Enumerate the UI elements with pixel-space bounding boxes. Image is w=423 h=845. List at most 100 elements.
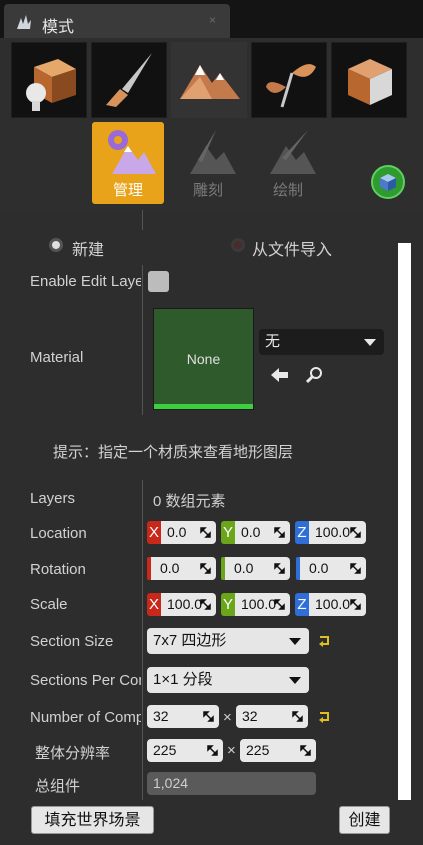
rotation-z-value: 0.0 <box>309 560 329 576</box>
mode-foliage-button[interactable] <box>251 42 327 118</box>
rotation-x-input[interactable]: 0.0 <box>151 557 216 580</box>
material-thumbnail[interactable]: None <box>153 308 254 410</box>
cube-icon <box>380 174 396 191</box>
scale-z-input[interactable]: 100.0 <box>309 593 366 616</box>
expand-arrow-icon <box>203 711 214 722</box>
sections-per-component-label: Sections Per Component <box>30 672 141 689</box>
components-separator: × <box>223 709 232 726</box>
total-components-value: 1,024 <box>153 775 189 791</box>
expand-arrow-icon <box>274 527 285 538</box>
foliage-mode-icon <box>266 64 316 108</box>
location-y-axis: Y <box>221 521 235 544</box>
total-components-field: 1,024 <box>147 772 316 795</box>
location-label: Location <box>30 525 87 542</box>
material-thumbnail-bar <box>154 404 253 409</box>
reset-to-default-icon[interactable] <box>317 634 331 648</box>
expand-arrow-icon <box>350 563 361 574</box>
enable-edit-layers-label: Enable Edit Layers <box>30 273 141 290</box>
create-new-radio[interactable] <box>49 238 63 252</box>
create-button[interactable]: 创建 <box>339 806 390 834</box>
material-dropdown[interactable]: 无 <box>259 329 384 355</box>
layers-label: Layers <box>30 490 76 507</box>
scale-x-input[interactable]: 100.0 <box>161 593 216 616</box>
import-file-radio[interactable] <box>231 238 245 252</box>
scale-y-axis: Y <box>221 593 235 616</box>
location-y-input[interactable]: 0.0 <box>235 521 290 544</box>
hint-text: 提示：指定一个材质来查看地形图层 <box>53 444 294 461</box>
components-y-input[interactable]: 32 <box>236 705 308 728</box>
resolution-x-value: 225 <box>153 742 177 758</box>
location-z-input[interactable]: 100.0 <box>309 521 366 544</box>
landscape-actor-button[interactable] <box>371 165 405 199</box>
window-title: 模式 <box>42 19 75 36</box>
divider-properties <box>142 480 143 800</box>
subtool-manage-button[interactable]: 管理 <box>92 122 164 204</box>
subtool-manage-label: 管理 <box>112 182 143 199</box>
subtool-sculpt-label: 雕刻 <box>192 182 223 199</box>
expand-arrow-icon <box>350 527 361 538</box>
rotation-y-input[interactable]: 0.0 <box>225 557 290 580</box>
expand-arrow-icon <box>200 563 211 574</box>
landscape-mode-icon <box>180 65 240 99</box>
tab-close-button[interactable]: × <box>209 13 216 27</box>
rotation-label: Rotation <box>30 561 86 578</box>
scale-x-axis: X <box>147 593 161 616</box>
expand-arrow-icon <box>350 599 361 610</box>
mode-landscape-button[interactable] <box>171 42 247 118</box>
rotation-x-value: 0.0 <box>160 560 180 576</box>
use-selected-arrow-icon[interactable] <box>270 366 290 384</box>
overall-resolution-label: 整体分辨率 <box>35 745 111 762</box>
mode-geometry-button[interactable] <box>331 42 407 118</box>
expand-arrow-icon <box>274 563 285 574</box>
layers-value: 0 数组元素 <box>153 493 226 510</box>
divider-top <box>142 210 143 230</box>
subtool-paint-label: 绘制 <box>272 182 303 199</box>
material-dropdown-value: 无 <box>265 333 281 350</box>
scale-x-value: 100.0 <box>167 596 203 612</box>
scrollbar[interactable] <box>398 243 411 800</box>
expand-arrow-icon <box>274 599 285 610</box>
subtool-sculpt-button[interactable]: 雕刻 <box>172 122 244 204</box>
subtool-paint-button[interactable]: 绘制 <box>252 122 324 204</box>
create-new-label: 新建 <box>72 242 105 259</box>
sections-per-component-value: 1×1 分段 <box>153 671 213 688</box>
expand-arrow-icon <box>200 599 211 610</box>
paint-tool-icon <box>270 130 316 174</box>
sections-per-component-dropdown[interactable]: 1×1 分段 <box>147 667 309 693</box>
scale-y-value: 100.0 <box>241 596 277 612</box>
resolution-separator: × <box>227 742 236 759</box>
expand-arrow-icon <box>200 527 211 538</box>
rotation-y-value: 0.0 <box>234 560 254 576</box>
material-thumbnail-text: None <box>186 351 221 367</box>
reset-to-default-icon[interactable] <box>317 710 331 724</box>
fill-world-button[interactable]: 填充世界场景 <box>31 806 154 834</box>
modes-tab[interactable]: 模式 × <box>4 4 230 38</box>
import-file-label: 从文件导入 <box>252 242 333 259</box>
chevron-down-icon <box>289 677 301 684</box>
browse-search-icon[interactable] <box>305 366 325 384</box>
location-z-axis: Z <box>295 521 309 544</box>
location-x-input[interactable]: 0.0 <box>161 521 216 544</box>
mode-paint-button[interactable] <box>91 42 167 118</box>
resolution-x-input[interactable]: 225 <box>147 739 223 762</box>
scale-y-input[interactable]: 100.0 <box>235 593 290 616</box>
place-mode-icon <box>26 59 76 111</box>
resolution-y-input[interactable]: 225 <box>240 739 316 762</box>
enable-edit-layers-checkbox[interactable] <box>148 271 169 292</box>
location-x-axis: X <box>147 521 161 544</box>
paint-mode-icon <box>106 53 152 107</box>
section-size-dropdown[interactable]: 7x7 四边形 <box>147 628 309 654</box>
geometry-mode-icon <box>348 59 392 105</box>
sculpt-tool-icon <box>190 130 236 174</box>
rotation-z-input[interactable]: 0.0 <box>300 557 366 580</box>
expand-arrow-icon <box>300 745 311 756</box>
location-x-value: 0.0 <box>167 524 187 540</box>
expand-arrow-icon <box>207 745 218 756</box>
material-label: Material <box>30 349 84 366</box>
resolution-y-value: 225 <box>246 742 270 758</box>
number-of-components-label: Number of Components <box>30 709 141 726</box>
chevron-down-icon <box>289 638 301 645</box>
components-x-input[interactable]: 32 <box>147 705 219 728</box>
mode-place-button[interactable] <box>11 42 87 118</box>
scale-z-axis: Z <box>295 593 309 616</box>
